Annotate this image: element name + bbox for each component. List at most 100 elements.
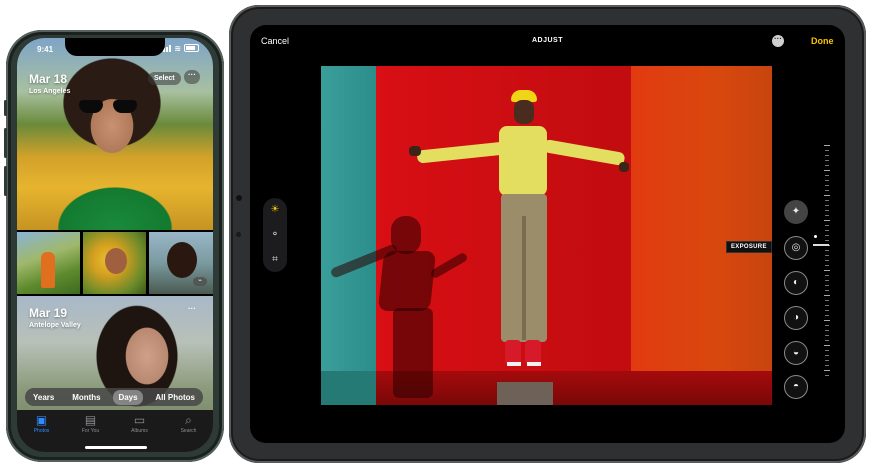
- ruler-tick: [825, 235, 829, 236]
- photo-thumbnail[interactable]: [17, 232, 80, 294]
- edited-photo: [321, 66, 772, 405]
- ruler-tick: [825, 330, 829, 331]
- moment-hero-photo[interactable]: [17, 38, 213, 230]
- more-options-button[interactable]: ···: [772, 35, 784, 47]
- search-icon: ⌕: [185, 413, 192, 427]
- ruler-tick: [825, 160, 829, 161]
- library-view-segmented-control: Years Months Days All Photos: [25, 388, 203, 406]
- ruler-tick: [825, 305, 829, 306]
- ruler-tick: [825, 315, 829, 316]
- ruler-tick: [825, 180, 829, 181]
- crop-icon[interactable]: ⌗: [267, 252, 283, 268]
- segment-all-photos[interactable]: All Photos: [150, 390, 200, 405]
- orange-wall: [631, 66, 772, 405]
- iphone-mute-switch: [4, 100, 7, 116]
- select-button[interactable]: Select: [148, 72, 181, 85]
- moment-location: Antelope Valley: [29, 322, 81, 329]
- notch: [65, 38, 165, 56]
- sneaker-sole: [527, 362, 541, 366]
- tab-label: Photos: [33, 428, 50, 434]
- photo-thumbnail[interactable]: ⌁: [149, 232, 213, 294]
- auto-enhance-icon[interactable]: ✦: [784, 200, 808, 224]
- ruler-tick: [825, 255, 829, 256]
- ruler-tick: [824, 320, 830, 321]
- ruler-tick: [825, 150, 829, 151]
- ruler-tick: [825, 280, 829, 281]
- ruler-tick: [825, 300, 829, 301]
- ruler-tick: [825, 355, 829, 356]
- mode-title: ADJUST: [531, 37, 563, 44]
- iphone-volume-up: [4, 128, 7, 158]
- segment-months[interactable]: Months: [67, 390, 105, 405]
- ruler-tick: [825, 230, 829, 231]
- moment-date: Mar 19: [29, 306, 68, 320]
- slider-position-indicator: [813, 244, 829, 246]
- albums-icon: ▭: [133, 413, 146, 427]
- ruler-tick: [825, 190, 829, 191]
- person-head: [514, 100, 534, 124]
- ruler-tick: [825, 350, 829, 351]
- moment-date: Mar 18: [29, 72, 68, 86]
- ruler-tick: [825, 365, 829, 366]
- tab-photos[interactable]: ▣ Photos: [22, 410, 62, 452]
- ruler-tick: [825, 205, 829, 206]
- yellow-shirt: [499, 126, 547, 196]
- ruler-tick: [825, 155, 829, 156]
- shadow-torso: [377, 251, 437, 311]
- teal-wall: [321, 66, 376, 405]
- ipad-camera: [236, 195, 242, 201]
- floor-teal: [321, 371, 376, 405]
- ruler-tick: [824, 295, 830, 296]
- ruler-tick: [825, 200, 829, 201]
- ruler-tick: [825, 325, 829, 326]
- adjust-dial-icon[interactable]: ☀: [267, 202, 283, 218]
- more-button[interactable]: ···: [184, 304, 200, 318]
- sneaker-sole: [507, 362, 521, 366]
- ruler-tick: [825, 210, 829, 211]
- segment-days[interactable]: Days: [113, 389, 143, 405]
- ruler-tick: [825, 375, 829, 376]
- status-time: 9:41: [37, 45, 54, 54]
- ruler-tick: [824, 270, 830, 271]
- sunglasses-graphic: [79, 100, 137, 114]
- home-indicator: [85, 446, 147, 449]
- exposure-icon[interactable]: ◎: [784, 236, 808, 260]
- ruler-tick: [825, 265, 829, 266]
- for-you-icon: ▤: [84, 413, 97, 427]
- tab-search[interactable]: ⌕ Search: [169, 410, 209, 452]
- done-button[interactable]: Done: [811, 36, 834, 46]
- tab-label: Search: [180, 428, 197, 434]
- exposure-label: EXPOSURE: [726, 241, 772, 253]
- edit-top-bar: Cancel ADJUST ··· Done: [250, 25, 845, 55]
- ruler-tick: [825, 285, 829, 286]
- shadows-icon[interactable]: ◒: [784, 341, 808, 365]
- live-photo-badge-icon: ⌁: [193, 277, 207, 286]
- ruler-tick: [825, 275, 829, 276]
- iphone-screen: 9:41 ≋ Mar 18 Los Angeles Select ··· ⌁ M…: [17, 38, 213, 452]
- ruler-tick: [824, 145, 830, 146]
- ruler-tick: [825, 250, 829, 251]
- more-button[interactable]: ···: [184, 70, 200, 84]
- photo-thumbnail[interactable]: [83, 232, 146, 294]
- ruler-tick: [825, 260, 829, 261]
- ruler-tick: [824, 345, 830, 346]
- ruler-tick: [825, 310, 829, 311]
- left-hand: [409, 146, 421, 156]
- adjustment-ruler-slider[interactable]: [823, 145, 831, 379]
- ruler-tick: [825, 240, 829, 241]
- tab-label: For You: [81, 428, 100, 434]
- photos-icon: ▣: [35, 413, 48, 427]
- ruler-tick: [825, 215, 829, 216]
- ruler-tick: [825, 335, 829, 336]
- ipad-sensor: [236, 232, 241, 237]
- right-hand: [619, 162, 629, 172]
- filters-icon[interactable]: ⚬: [267, 227, 283, 243]
- contrast-icon[interactable]: ◓: [784, 375, 808, 399]
- ruler-tick: [825, 290, 829, 291]
- tab-label: Albums: [131, 428, 148, 434]
- segment-years[interactable]: Years: [28, 390, 59, 405]
- brilliance-icon[interactable]: ◐: [784, 271, 808, 295]
- ruler-tick: [824, 170, 830, 171]
- highlights-icon[interactable]: ◑: [784, 306, 808, 330]
- iphone-volume-down: [4, 166, 7, 196]
